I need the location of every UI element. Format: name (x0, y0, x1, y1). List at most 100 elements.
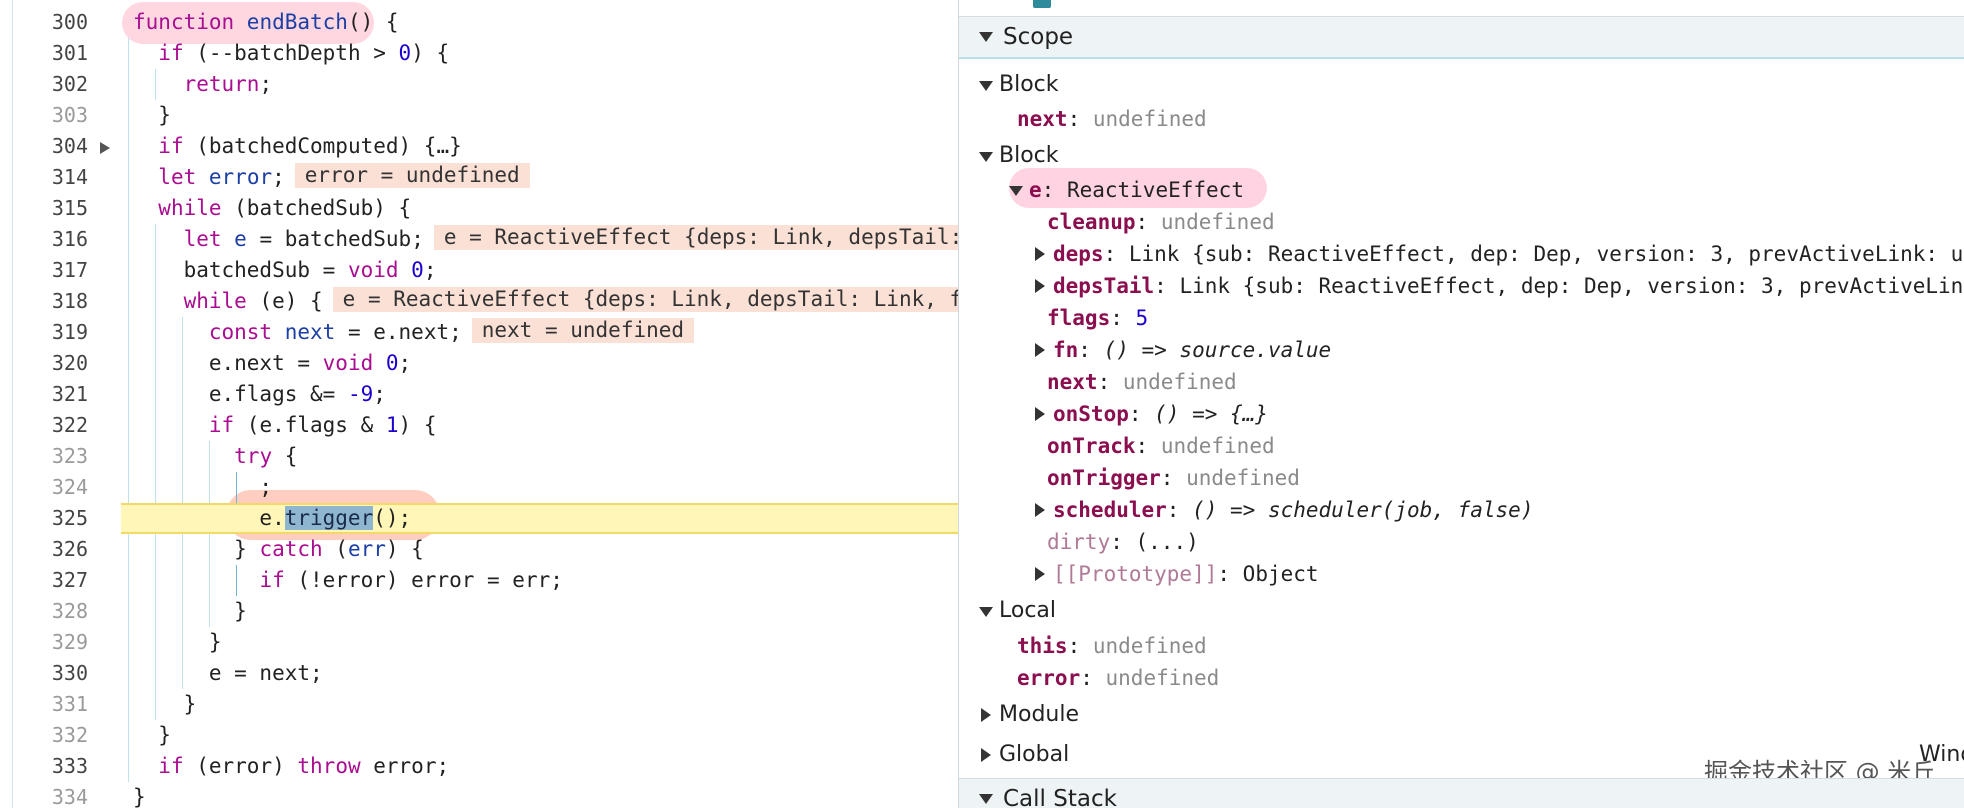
disclosure-right-icon[interactable] (1035, 279, 1045, 293)
disclosure-down-icon[interactable] (979, 794, 993, 804)
line-number[interactable]: 334 (0, 782, 88, 808)
line-number[interactable]: 301 (0, 38, 88, 69)
inline-value-badge[interactable]: error = undefined (294, 163, 530, 188)
scope-property-next1[interactable]: next: undefined (1017, 104, 1207, 134)
line-number[interactable]: 325 (0, 503, 88, 534)
line-number[interactable]: 314 (0, 162, 88, 193)
line-number[interactable]: 322 (0, 410, 88, 441)
line-number[interactable]: 317 (0, 255, 88, 286)
inline-value-badge[interactable]: e = ReactiveEffect {deps: Link, depsTail… (332, 287, 958, 312)
disclosure-right-icon[interactable] (1035, 407, 1045, 421)
scope-property-next2[interactable]: next: undefined (1047, 367, 1237, 397)
line-number[interactable]: 328 (0, 596, 88, 627)
line-number[interactable]: 303 (0, 100, 88, 131)
code-line[interactable]: 303 } (0, 100, 958, 131)
scope-property-proto[interactable]: [[Prototype]]: Object (1033, 559, 1319, 589)
disclosure-down-icon[interactable] (979, 607, 993, 617)
line-number[interactable]: 331 (0, 689, 88, 720)
disclosure-right-icon[interactable] (1035, 503, 1045, 517)
code-line[interactable]: 320 e.next = void 0; (0, 348, 958, 379)
code-line[interactable]: 315 while (batchedSub) { (0, 193, 958, 224)
code-token: ; (259, 72, 273, 96)
code-line[interactable]: 328 } (0, 596, 958, 627)
code-line[interactable]: 330 e = next; (0, 658, 958, 689)
code-line[interactable]: 327 if (!error) error = err; (0, 565, 958, 596)
scope-property-flags[interactable]: flags: 5 (1047, 303, 1148, 333)
line-number[interactable]: 321 (0, 379, 88, 410)
code-line[interactable]: 321 e.flags &= -9; (0, 379, 958, 410)
scope-property-onStop[interactable]: onStop: () => {…} (1033, 399, 1268, 429)
fold-expand-icon[interactable] (100, 142, 110, 154)
scope-property-scheduler[interactable]: scheduler: () => scheduler(job, false) (1033, 495, 1533, 525)
code-line[interactable]: 318 while (e) {e = ReactiveEffect {deps:… (0, 286, 958, 317)
line-number[interactable]: 324 (0, 472, 88, 503)
code-line[interactable]: 317 batchedSub = void 0; (0, 255, 958, 286)
code-line[interactable]: 329 } (0, 627, 958, 658)
code-line[interactable]: 323 try { (0, 441, 958, 472)
line-number[interactable]: 323 (0, 441, 88, 472)
code-line[interactable]: 324 ; (0, 472, 958, 503)
scope-property-dirty[interactable]: dirty: (...) (1047, 527, 1199, 557)
disclosure-right-icon[interactable] (981, 708, 991, 722)
disclosure-down-icon[interactable] (979, 81, 993, 91)
scope-property-depsTail[interactable]: depsTail: Link {sub: ReactiveEffect, dep… (1033, 271, 1964, 301)
scope-property-onTrigger[interactable]: onTrigger: undefined (1047, 463, 1300, 493)
scope-property-cleanup[interactable]: cleanup: undefined (1047, 207, 1275, 237)
disclosure-right-icon[interactable] (981, 748, 991, 762)
current-execution-line[interactable]: 325 e.trigger(); (52, 503, 958, 534)
scope-group-block[interactable]: Block (979, 70, 1059, 100)
scope-group-block[interactable]: Block (979, 141, 1059, 171)
code-line[interactable]: 304 if (batchedComputed) {…} (0, 131, 958, 162)
code-line[interactable]: 314 let error; error = undefined (0, 162, 958, 193)
line-number[interactable]: 320 (0, 348, 88, 379)
disclosure-down-icon[interactable] (979, 32, 993, 42)
code-line[interactable]: 326 } catch (err) { (0, 534, 958, 565)
disclosure-right-icon[interactable] (1035, 567, 1045, 581)
line-number[interactable]: 316 (0, 224, 88, 255)
line-number[interactable]: 330 (0, 658, 88, 689)
code-line[interactable]: 334} (0, 782, 958, 808)
scope-group-global[interactable]: Global (979, 740, 1069, 770)
code-line[interactable]: 319 const next = e.next; next = undefined (0, 317, 958, 348)
line-number[interactable]: 326 (0, 534, 88, 565)
code-line[interactable]: 302 return; (0, 69, 958, 100)
line-number[interactable]: 304 (0, 131, 88, 162)
line-number[interactable]: 300 (0, 7, 88, 38)
code-line[interactable]: 331 } (0, 689, 958, 720)
inline-value-badge[interactable]: e = ReactiveEffect {deps: Link, depsTail… (433, 225, 958, 250)
scope-property-error[interactable]: error: undefined (1017, 663, 1219, 693)
property-colon: : (1110, 306, 1136, 330)
code-line[interactable]: 316 let e = batchedSub; e = ReactiveEffec… (0, 224, 958, 255)
code-line[interactable]: 301 if (--batchDepth > 0) { (0, 38, 958, 69)
scope-property-e[interactable]: e: ReactiveEffect (1009, 175, 1244, 205)
line-number[interactable]: 318 (0, 286, 88, 317)
scope-group-module[interactable]: Module (979, 700, 1079, 730)
line-number[interactable]: 302 (0, 69, 88, 100)
line-number[interactable]: 332 (0, 720, 88, 751)
code-line[interactable]: 333 if (error) throw error; (0, 751, 958, 782)
scope-property-onTrack[interactable]: onTrack: undefined (1047, 431, 1275, 461)
line-number[interactable]: 333 (0, 751, 88, 782)
inline-value-badge[interactable]: next = undefined (471, 318, 695, 343)
disclosure-right-icon[interactable] (1035, 343, 1045, 357)
scope-section-header[interactable]: Scope (959, 16, 1964, 59)
scope-group-local[interactable]: Local (979, 596, 1056, 626)
line-number[interactable]: 319 (0, 317, 88, 348)
line-number[interactable]: 329 (0, 627, 88, 658)
disclosure-down-icon[interactable] (979, 152, 993, 162)
call-stack-section-header[interactable]: Call Stack (959, 778, 1964, 808)
scope-property-fn[interactable]: fn: () => source.value (1033, 335, 1331, 365)
code-line[interactable]: 300 function endBatch() { (0, 7, 958, 38)
line-number[interactable]: 315 (0, 193, 88, 224)
code-editor[interactable]: 300 function endBatch() {301 if (--batchD… (0, 0, 958, 808)
disclosure-down-icon[interactable] (1009, 186, 1023, 196)
code-line[interactable]: 322 if (e.flags & 1) { (0, 410, 958, 441)
code-token: ; (272, 165, 285, 189)
line-number[interactable]: 327 (0, 565, 88, 596)
scope-property-this[interactable]: this: undefined (1017, 631, 1207, 661)
scope-property-deps[interactable]: deps: Link {sub: ReactiveEffect, dep: De… (1033, 239, 1964, 269)
disclosure-right-icon[interactable] (1035, 247, 1045, 261)
code-line[interactable]: 332 } (0, 720, 958, 751)
